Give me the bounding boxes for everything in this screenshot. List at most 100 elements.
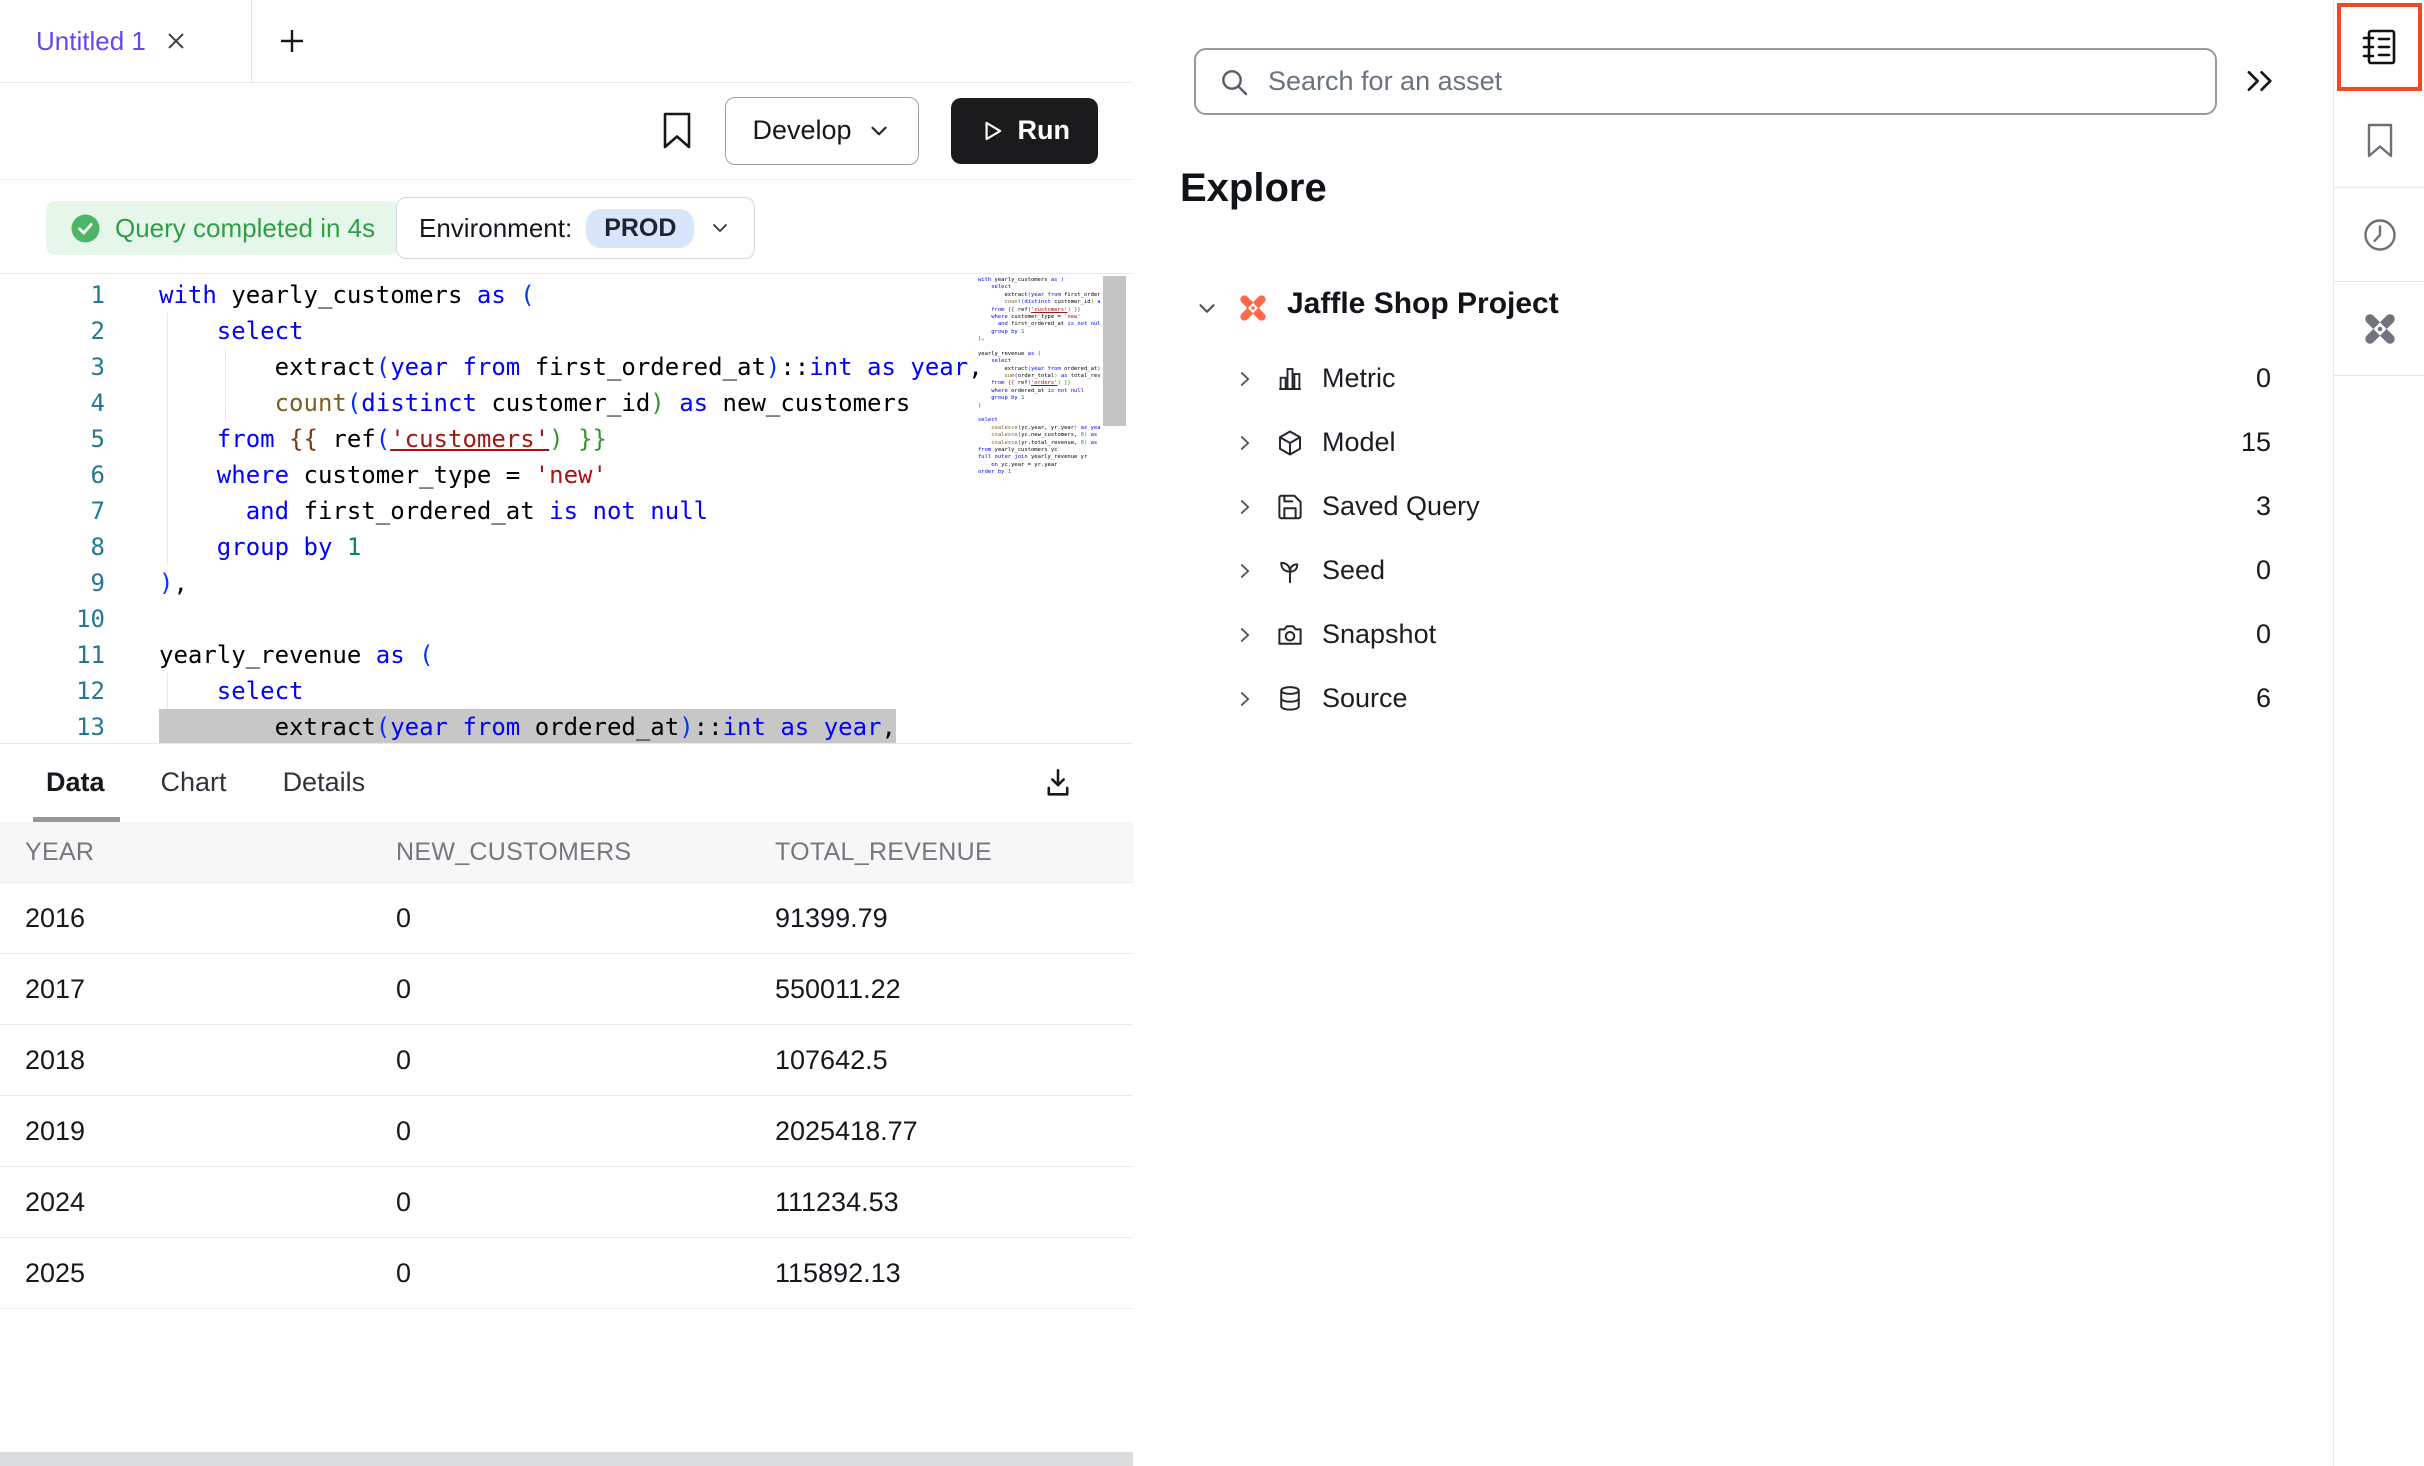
table-cell: 0 xyxy=(371,903,750,934)
table-row: 20240111234.53 xyxy=(0,1167,1133,1238)
line-number: 5 xyxy=(0,421,105,457)
horizontal-scrollbar[interactable] xyxy=(0,1452,1133,1466)
run-button[interactable]: Run xyxy=(951,98,1098,164)
seed-icon xyxy=(1275,556,1305,586)
explore-item-label: Saved Query xyxy=(1322,491,1480,522)
develop-dropdown-button[interactable]: Develop xyxy=(725,97,918,165)
minimap-line: select xyxy=(978,358,1100,365)
explore-tree: Metric 0 Model15 Saved Query 3 Seed0 Snapshot 0… xyxy=(1133,348,2333,732)
history-tool-button[interactable] xyxy=(2334,188,2424,282)
editor-scrollbar[interactable] xyxy=(1101,274,1128,743)
minimap-line: extract(year from first_ordered_at)::int… xyxy=(978,292,1100,299)
minimap-line: order by 1 xyxy=(978,469,1100,476)
sql-editor[interactable]: 1with yearly_customers as (2 select3 ext… xyxy=(0,273,1133,744)
code-line[interactable]: 6 where customer_type = 'new' xyxy=(0,457,1133,493)
chevron-right-icon[interactable] xyxy=(1234,560,1256,582)
code-line[interactable]: 9), xyxy=(0,565,1133,601)
tab-untitled-1[interactable]: Untitled 1 xyxy=(0,0,252,82)
chevron-right-icon[interactable] xyxy=(1234,496,1256,518)
code-line[interactable]: 11yearly_revenue as ( xyxy=(0,637,1133,673)
project-name: Jaffle Shop Project xyxy=(1287,287,1559,321)
results-tab-chart[interactable]: Chart xyxy=(161,743,227,822)
table-cell: 0 xyxy=(371,1258,750,1289)
chevron-right-icon[interactable] xyxy=(1234,688,1256,710)
explore-item-count: 0 xyxy=(2256,619,2271,650)
table-row: 20180107642.5 xyxy=(0,1025,1133,1096)
code-line[interactable]: 5 from {{ ref('customers') }} xyxy=(0,421,1133,457)
search-input[interactable] xyxy=(1266,65,2215,98)
minimap-line: and first_ordered_at is not null xyxy=(978,321,1100,328)
minimap-line: count(distinct customer_id) as new_custo… xyxy=(978,299,1100,306)
line-number: 2 xyxy=(0,313,105,349)
code-lines: 1with yearly_customers as (2 select3 ext… xyxy=(0,277,1133,744)
chevron-right-icon[interactable] xyxy=(1234,624,1256,646)
code-line[interactable]: 10 xyxy=(0,601,1133,637)
explore-item-saved-query[interactable]: Saved Query 3 xyxy=(1133,476,2333,540)
explore-item-label: Metric xyxy=(1322,363,1396,394)
clock-icon xyxy=(2359,214,2401,256)
code-line[interactable]: 13 extract(year from ordered_at)::int as… xyxy=(0,709,1133,744)
minimap-line: on yc.year = yr.year xyxy=(978,462,1100,469)
explore-item-count: 0 xyxy=(2256,363,2271,394)
run-label: Run xyxy=(1018,115,1070,146)
play-icon xyxy=(979,118,1005,144)
minimap-line: group by 1 xyxy=(978,329,1100,336)
explore-item-count: 15 xyxy=(2241,427,2271,458)
environment-selector[interactable]: Environment: PROD xyxy=(396,197,755,259)
minimap-line: select xyxy=(978,417,1100,424)
chevron-down-icon[interactable] xyxy=(1194,295,1220,321)
check-circle-icon xyxy=(70,213,101,244)
table-cell: 0 xyxy=(371,1116,750,1147)
code-line[interactable]: 3 extract(year from first_ordered_at)::i… xyxy=(0,349,1133,385)
minimap-line: full outer join yearly_revenue yr xyxy=(978,454,1100,461)
minimap-line: select xyxy=(978,284,1100,291)
bookmark-icon[interactable] xyxy=(661,111,693,151)
line-number: 8 xyxy=(0,529,105,565)
results-tab-data[interactable]: Data xyxy=(46,743,105,822)
bookmark-icon xyxy=(2364,121,2396,161)
explore-item-source[interactable]: Source6 xyxy=(1133,668,2333,732)
download-button[interactable] xyxy=(1041,743,1075,822)
explore-item-snapshot[interactable]: Snapshot 0 xyxy=(1133,604,2333,668)
query-status-badge: Query completed in 4s xyxy=(46,201,399,255)
app-root: Untitled 1 Develop xyxy=(0,0,2424,1466)
plus-icon xyxy=(277,26,307,56)
collapse-panel-icon[interactable] xyxy=(2241,62,2279,100)
chevron-right-icon[interactable] xyxy=(1234,368,1256,390)
explore-item-label: Snapshot xyxy=(1322,619,1436,650)
chevron-right-icon[interactable] xyxy=(1234,432,1256,454)
code-line[interactable]: 8 group by 1 xyxy=(0,529,1133,565)
table-cell: 2019 xyxy=(0,1116,371,1147)
notebook-tool-button[interactable] xyxy=(2334,0,2424,94)
editor-minimap[interactable]: with yearly_customers as ( select extrac… xyxy=(978,274,1100,743)
new-tab-button[interactable] xyxy=(252,0,332,82)
minimap-line: ) xyxy=(978,403,1100,410)
line-number: 4 xyxy=(0,385,105,421)
explore-item-seed[interactable]: Seed0 xyxy=(1133,540,2333,604)
minimap-line: from {{ ref('customers') }} xyxy=(978,307,1100,314)
table-cell: 115892.13 xyxy=(750,1258,1133,1289)
explore-item-metric[interactable]: Metric 0 xyxy=(1133,348,2333,412)
explore-item-model[interactable]: Model15 xyxy=(1133,412,2333,476)
bookmarks-tool-button[interactable] xyxy=(2334,94,2424,188)
column-header: TOTAL_REVENUE xyxy=(750,838,1133,867)
minimap-line: with yearly_customers as ( xyxy=(978,277,1100,284)
code-line[interactable]: 12 select xyxy=(0,673,1133,709)
scrollbar-thumb[interactable] xyxy=(1103,276,1126,426)
code-line[interactable]: 2 select xyxy=(0,313,1133,349)
table-cell: 107642.5 xyxy=(750,1045,1133,1076)
editor-pane: Untitled 1 Develop xyxy=(0,0,1134,1466)
project-tree-root[interactable]: Jaffle Shop Project xyxy=(1133,282,2333,334)
code-line[interactable]: 4 count(distinct customer_id) as new_cus… xyxy=(0,385,1133,421)
dbt-assist-tool-button[interactable] xyxy=(2334,282,2424,376)
search-icon xyxy=(1218,66,1250,98)
code-line[interactable]: 1with yearly_customers as ( xyxy=(0,277,1133,313)
code-line[interactable]: 7 and first_ordered_at is not null xyxy=(0,493,1133,529)
close-icon[interactable] xyxy=(164,29,188,53)
notebook-icon xyxy=(2358,25,2402,69)
asset-search[interactable] xyxy=(1194,48,2217,115)
minimap-line: coalesce(yc.year, yr.year) as year, xyxy=(978,425,1100,432)
results-tab-details[interactable]: Details xyxy=(283,743,366,822)
explore-heading: Explore xyxy=(1180,166,1327,211)
explore-item-count: 3 xyxy=(2256,491,2271,522)
